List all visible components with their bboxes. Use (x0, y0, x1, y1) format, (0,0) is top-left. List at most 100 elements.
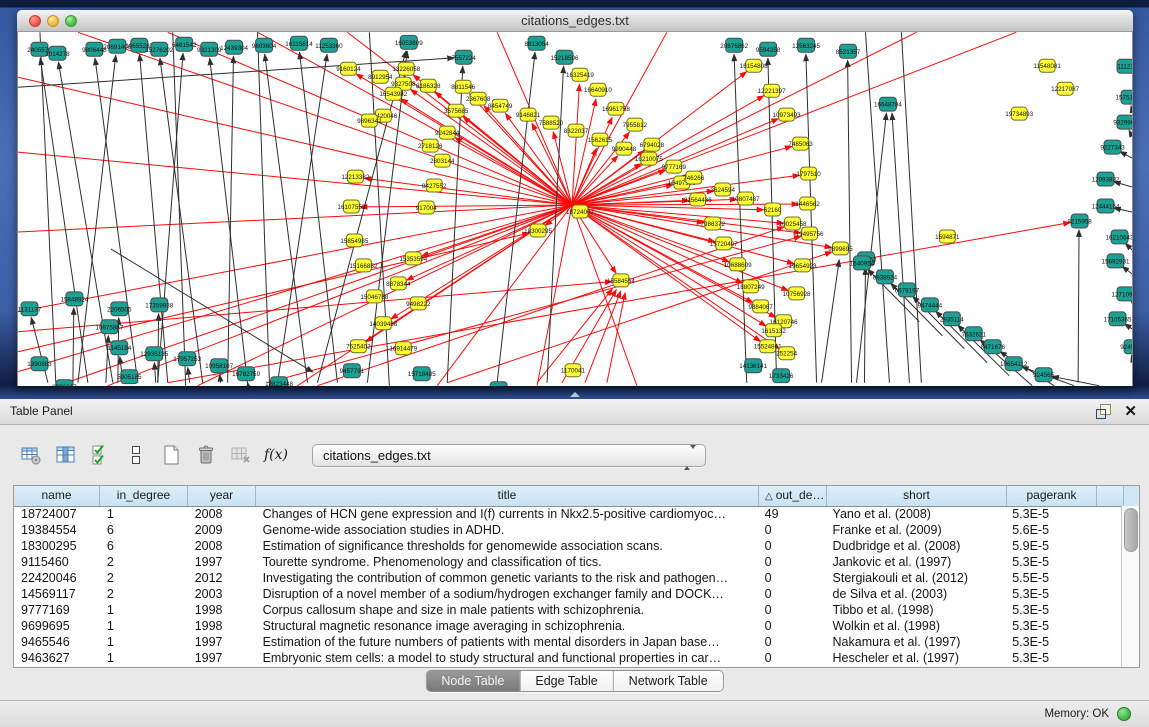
table-cell-in_degree[interactable]: 2 (100, 570, 188, 586)
table-cell-year[interactable]: 2003 (188, 586, 256, 602)
graph-node[interactable]: 12824128 (485, 382, 513, 386)
table-cell-year[interactable]: 2008 (188, 506, 256, 522)
graph-node[interactable]: 14136141 (739, 359, 767, 373)
graph-node[interactable]: 9242844 (435, 126, 460, 139)
table-cell-in_degree[interactable]: 2 (100, 554, 188, 570)
graph-edge[interactable] (572, 96, 764, 205)
graph-node[interactable]: 15718485 (408, 367, 436, 381)
table-cell-year[interactable]: 1997 (188, 554, 256, 570)
graph-node[interactable]: 16325419 (566, 68, 594, 81)
table-cell-short[interactable]: Yano et al. (2008) (826, 506, 1006, 522)
table-cell-filler[interactable] (1095, 634, 1122, 650)
graph-node[interactable]: 3575685 (444, 104, 469, 117)
graph-node[interactable]: 7557224 (451, 50, 476, 64)
table-cell-title[interactable]: Genome-wide association studies in ADHD. (256, 522, 758, 538)
table-row[interactable]: 1830029562008Estimation of significance … (14, 538, 1122, 554)
show-column-icon[interactable] (53, 442, 79, 468)
graph-edge[interactable] (18, 58, 454, 87)
table-cell-name[interactable]: 19384554 (14, 522, 100, 538)
table-cell-year[interactable]: 2012 (188, 570, 256, 586)
close-panel-icon[interactable]: ✕ (1124, 401, 1137, 422)
table-cell-name[interactable]: 22420046 (14, 570, 100, 586)
graph-node[interactable]: 8471676 (981, 340, 1006, 354)
graph-node[interactable]: 8813054 (524, 36, 549, 50)
graph-node[interactable]: 15751074 (1116, 90, 1132, 104)
graph-node[interactable]: 1446562 (795, 197, 820, 210)
graph-edge[interactable] (865, 32, 889, 382)
table-cell-filler[interactable] (1095, 506, 1122, 522)
graph-node[interactable]: 8878344 (386, 277, 411, 290)
table-cell-name[interactable]: 18724007 (14, 506, 100, 522)
graph-node[interactable]: 2935114 (940, 312, 964, 326)
graph-edge[interactable] (1129, 130, 1132, 136)
graph-edge[interactable] (572, 32, 667, 205)
table-cell-in_degree[interactable]: 1 (100, 618, 188, 634)
scrollbar-thumb[interactable] (1124, 508, 1138, 552)
graph-node[interactable]: 16107552 (337, 200, 365, 213)
graph-edge[interactable] (455, 138, 572, 205)
table-cell-pagerank[interactable]: 5.3E-5 (1005, 586, 1095, 602)
table-cell-out_de…[interactable]: 0 (758, 538, 826, 554)
table-cell-short[interactable]: Nakamura et al. (1997) (826, 634, 1006, 650)
splitter-handle[interactable] (565, 390, 585, 397)
graph-node[interactable]: 11253360 (315, 38, 343, 52)
table-cell-in_degree[interactable]: 1 (100, 506, 188, 522)
table-row[interactable]: 1938455462009Genome-wide association stu… (14, 522, 1122, 538)
graph-node[interactable]: 6461542 (172, 37, 197, 51)
graph-node[interactable]: 9990448 (612, 142, 637, 155)
graph-edge[interactable] (95, 58, 138, 382)
graph-edge[interactable] (734, 54, 747, 382)
graph-node[interactable]: 9245052 (1120, 340, 1132, 354)
graph-node[interactable]: 1594871 (935, 230, 960, 243)
graph-edge[interactable] (848, 60, 852, 382)
table-cell-out_de…[interactable]: 49 (758, 506, 826, 522)
table-row[interactable]: 1872400712008Changes of HCN gene express… (14, 506, 1122, 522)
table-cell-in_degree[interactable]: 1 (100, 650, 188, 666)
table-cell-in_degree[interactable]: 1 (100, 634, 188, 650)
graph-edge[interactable] (173, 32, 186, 385)
graph-node[interactable]: 917004 (416, 201, 437, 214)
graph-node[interactable]: 15584554 (607, 274, 635, 287)
graph-edge[interactable] (892, 113, 909, 383)
table-cell-title[interactable]: Estimation of the future numbers of pati… (256, 634, 758, 650)
table-cell-title[interactable]: Structural magnetic resonance image aver… (256, 618, 758, 634)
graph-edge[interactable] (1131, 355, 1132, 357)
graph-edge[interactable] (18, 233, 529, 352)
table-cell-out_de…[interactable]: 0 (758, 554, 826, 570)
graph-node[interactable]: 15218506 (551, 50, 579, 64)
memory-status-indicator[interactable] (1117, 707, 1131, 721)
table-cell-year[interactable]: 2009 (188, 522, 256, 538)
graph-node[interactable]: 13226058 (392, 62, 420, 75)
graph-edge[interactable] (160, 58, 203, 382)
graph-node[interactable]: 1170041 (561, 364, 585, 377)
table-cell-short[interactable]: Tibbo et al. (1998) (826, 602, 1006, 618)
table-cell-filler[interactable] (1095, 570, 1122, 586)
column-header-year[interactable]: year (188, 486, 256, 506)
graph-node[interactable]: 15692931 (1102, 254, 1130, 268)
tab-node-table[interactable]: Node Table (426, 671, 520, 691)
graph-node[interactable]: 252254 (776, 347, 797, 360)
table-cell-title[interactable]: Disruption of a novel member of a sodium… (256, 586, 758, 602)
graph-node[interactable]: 8215958 (1067, 214, 1092, 228)
graph-node[interactable]: 17359938 (145, 298, 173, 312)
table-cell-out_de…[interactable]: 0 (758, 522, 826, 538)
graph-edge[interactable] (1122, 266, 1132, 274)
graph-node[interactable]: 6794028 (640, 138, 665, 151)
table-row[interactable]: 2242004622012Investigating the contribut… (14, 570, 1122, 586)
table-options-icon[interactable] (18, 442, 44, 468)
table-cell-title[interactable]: Embryonic stem cells: a model to study s… (256, 650, 758, 666)
function-builder-icon[interactable]: f(x) (263, 442, 289, 468)
table-cell-name[interactable]: 9463627 (14, 650, 100, 666)
table-cell-filler[interactable] (1095, 650, 1122, 666)
column-header-name[interactable]: name (14, 486, 100, 506)
table-cell-in_degree[interactable]: 2 (100, 586, 188, 602)
tab-network-table[interactable]: Network Table (614, 671, 723, 691)
table-cell-short[interactable]: Wolkin et al. (1998) (826, 618, 1006, 634)
graph-edge[interactable] (585, 291, 621, 382)
graph-node[interactable]: 8322037 (564, 124, 589, 137)
graph-node[interactable]: 8427552 (422, 179, 447, 192)
column-header-short[interactable]: short (827, 486, 1007, 506)
table-cell-title[interactable]: Tourette syndrome. Phenomenology and cla… (256, 554, 758, 570)
graph-edge[interactable] (1131, 106, 1132, 110)
network-window-titlebar[interactable]: citations_edges.txt (17, 10, 1133, 32)
